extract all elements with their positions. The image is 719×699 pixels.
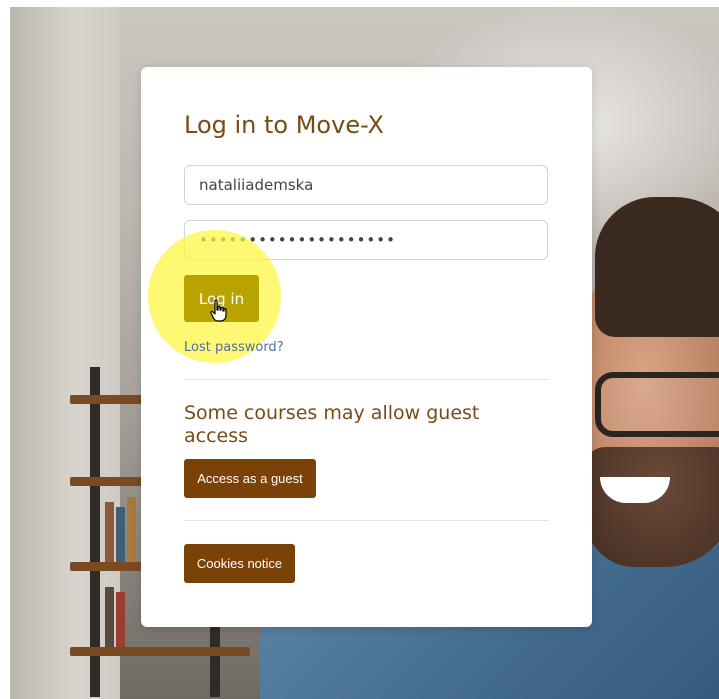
access-as-guest-button[interactable]: Access as a guest [184, 459, 316, 498]
username-input[interactable] [184, 165, 548, 205]
background-book [105, 502, 114, 562]
background-book [127, 497, 136, 562]
background-book [116, 592, 125, 647]
background-book [105, 587, 114, 647]
background-person-hair [595, 197, 719, 337]
hand-pointer-cursor-icon [210, 299, 227, 322]
background-shelf [70, 647, 250, 656]
cookies-notice-button[interactable]: Cookies notice [184, 544, 295, 583]
divider [184, 379, 549, 380]
background-window [10, 7, 120, 699]
background-book [116, 507, 125, 562]
divider [184, 520, 549, 521]
background-person-beard [585, 447, 719, 567]
page-title: Log in to Move-X [184, 111, 384, 139]
background-person-glasses [595, 372, 719, 437]
guest-access-heading: Some courses may allow guest access [184, 402, 480, 447]
lost-password-link[interactable]: Lost password? [184, 340, 284, 355]
login-card: Log in to Move-X Log in Lost password? S… [141, 67, 592, 627]
